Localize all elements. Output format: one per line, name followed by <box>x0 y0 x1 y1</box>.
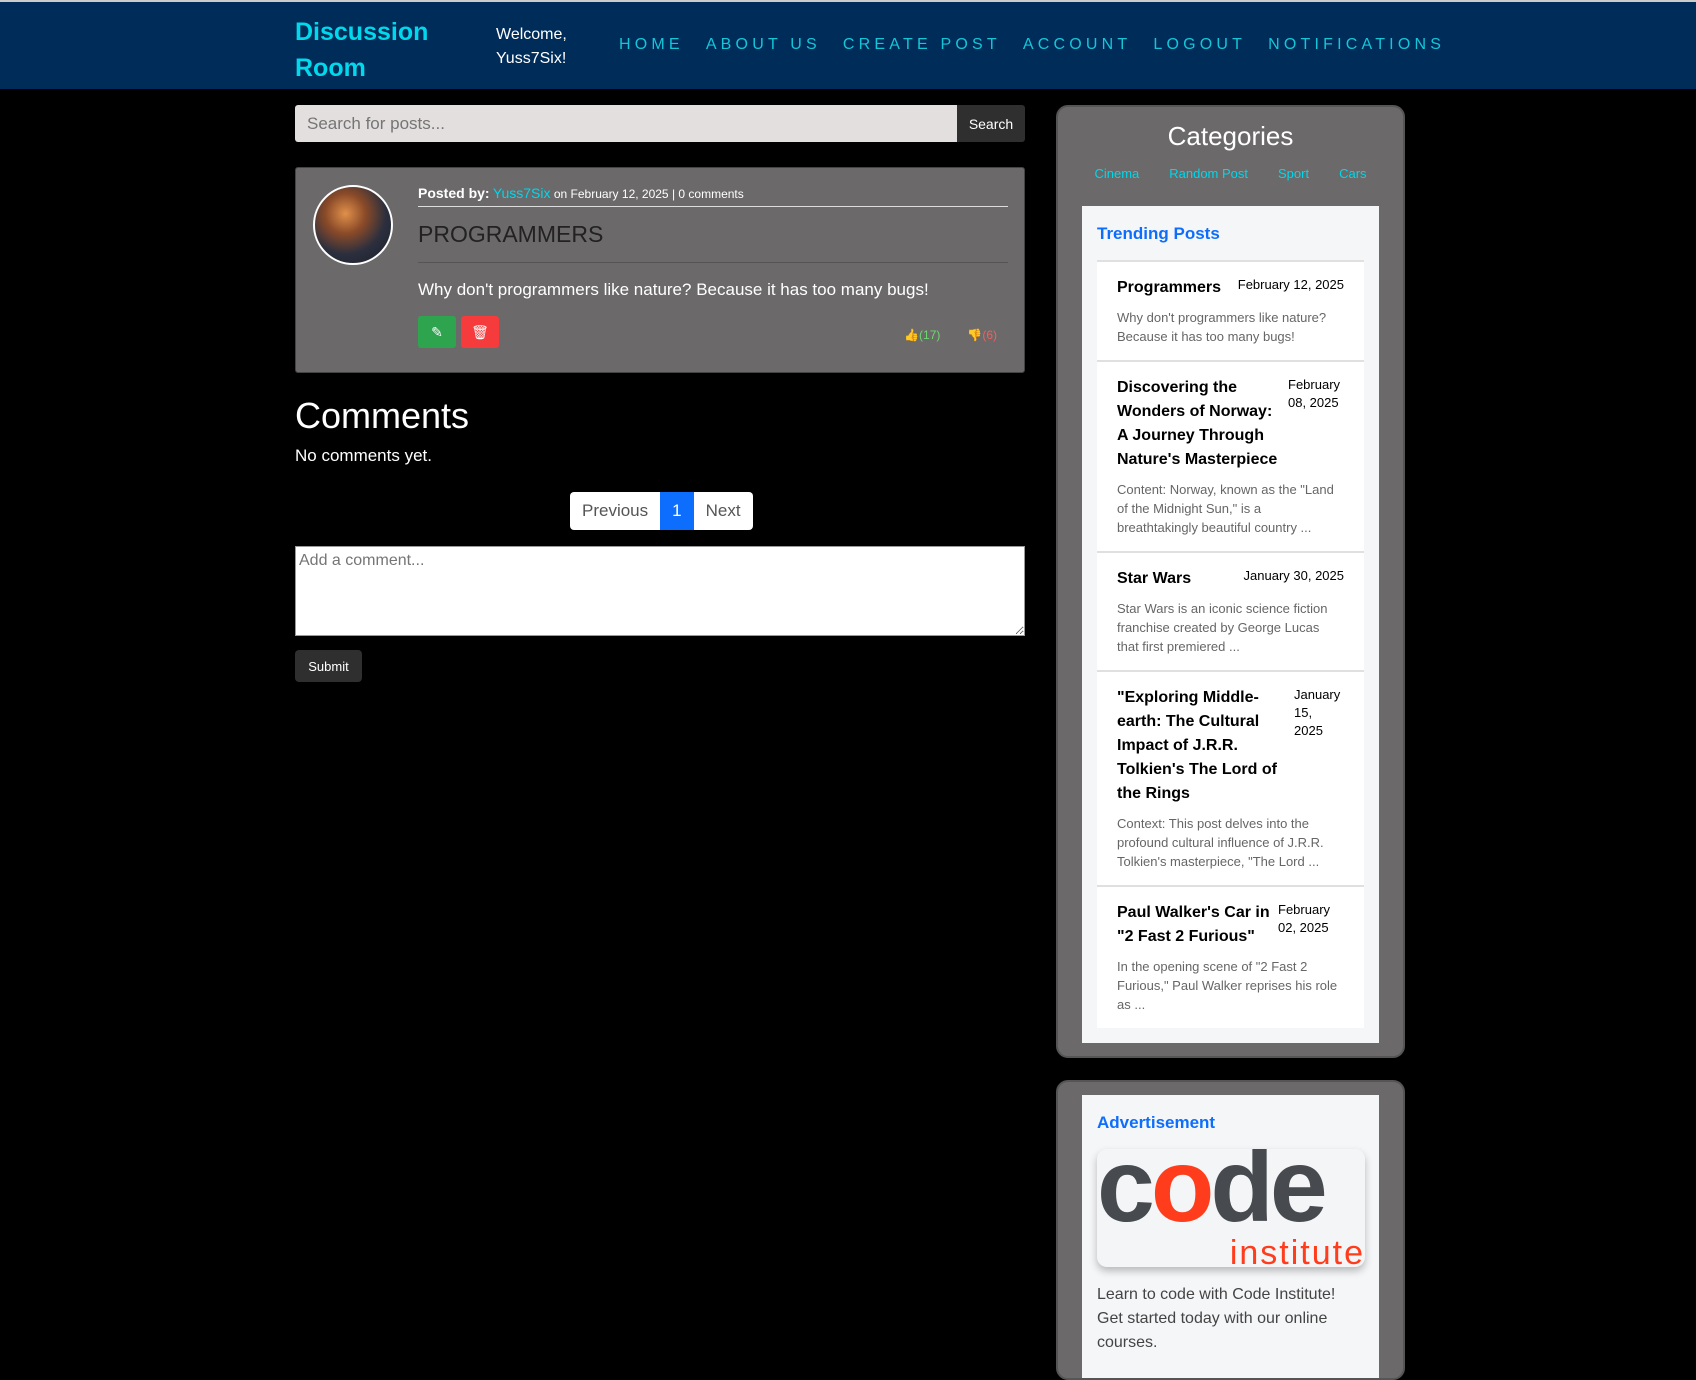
next-page-button[interactable]: Next <box>693 492 753 530</box>
category-random-post[interactable]: Random Post <box>1169 166 1248 181</box>
welcome-text: Welcome, Yuss7Six! <box>496 26 567 67</box>
no-comments-text: No comments yet. <box>295 446 432 465</box>
nav-home[interactable]: HOME <box>619 36 684 54</box>
dislike-count: (6) <box>982 328 997 342</box>
trending-item-date: February 12, 2025 <box>1237 277 1344 292</box>
trending-item-excerpt: Star Wars is an iconic science fiction f… <box>1117 601 1328 654</box>
nav-logout[interactable]: LOGOUT <box>1153 36 1246 54</box>
thumbs-up-icon: 👍 <box>904 328 920 342</box>
thumbs-down-icon: 👎 <box>967 328 983 342</box>
trending-item-title: "Exploring Middle-earth: The Cultural Im… <box>1117 689 1277 802</box>
trending-item-excerpt: Why don't programmers like nature? Becau… <box>1117 310 1327 344</box>
posted-by-label: Posted by: <box>418 185 490 201</box>
post-date: on February 12, 2025 | 0 comments <box>553 187 744 201</box>
code-institute-logo[interactable]: code institute <box>1097 1149 1365 1267</box>
like-count: (17) <box>919 328 941 342</box>
categories-title: Categories <box>1167 121 1294 151</box>
advertisement-text: Learn to code with Code Institute! Get s… <box>1097 1286 1336 1351</box>
post-title: PROGRAMMERS <box>418 207 1008 263</box>
pagination: Previous 1 Next <box>570 492 753 530</box>
trending-item[interactable]: Programmers February 12, 2025 Why don't pr… <box>1097 260 1364 360</box>
trending-item-title: Discovering the Wonders of Norway: A Jou… <box>1117 379 1278 468</box>
trending-item-excerpt: Context: This post delves into the profo… <box>1117 816 1324 869</box>
like-button[interactable]: 👍(17) <box>904 328 940 342</box>
trending-item-date: February 02, 2025 <box>1278 902 1331 935</box>
trending-item[interactable]: Star Wars January 30, 2025 Star Wars is an… <box>1097 551 1364 670</box>
post-card: Posted by: Yuss7Six on February 12, 2025… <box>295 167 1025 373</box>
main-nav: HOME ABOUT US CREATE POST ACCOUNT LOGOUT… <box>619 36 1445 54</box>
post-meta: Posted by: Yuss7Six on February 12, 2025… <box>418 185 1008 207</box>
avatar <box>313 185 393 265</box>
search-bar: Search <box>295 105 1025 142</box>
trending-title: Trending Posts <box>1097 224 1220 243</box>
trending-item[interactable]: "Exploring Middle-earth: The Cultural Im… <box>1097 670 1364 885</box>
author-link[interactable]: Yuss7Six <box>493 185 551 201</box>
trending-item-excerpt: In the opening scene of "2 Fast 2 Furiou… <box>1117 959 1338 1012</box>
trending-item-title: Programmers <box>1117 279 1222 296</box>
submit-comment-button[interactable]: Submit <box>295 650 362 682</box>
advertisement-panel: Advertisement code institute Learn to cod… <box>1056 1080 1405 1380</box>
trending-item-title: Star Wars <box>1117 570 1192 587</box>
delete-button[interactable]: 🗑 <box>461 316 499 348</box>
edit-button[interactable]: ✎ <box>418 316 456 348</box>
post-body: Why don't programmers like nature? Becau… <box>418 280 929 299</box>
trending-item-title: Paul Walker's Car in "2 Fast 2 Furious" <box>1117 904 1270 945</box>
trending-item[interactable]: Paul Walker's Car in "2 Fast 2 Furious" F… <box>1097 885 1364 1028</box>
search-input[interactable] <box>295 105 957 142</box>
nav-account[interactable]: ACCOUNT <box>1023 36 1132 54</box>
previous-page-button[interactable]: Previous <box>570 492 661 530</box>
page-1-button[interactable]: 1 <box>660 492 694 530</box>
trending-posts: Trending Posts Programmers February 12, 2… <box>1082 206 1379 1043</box>
header: Discussion Room Welcome, Yuss7Six! HOME … <box>0 0 1696 89</box>
trash-icon: 🗑 <box>471 323 489 340</box>
trending-item-excerpt: Content: Norway, known as the "Land of t… <box>1117 482 1334 535</box>
nav-about[interactable]: ABOUT US <box>706 36 821 54</box>
category-cars[interactable]: Cars <box>1339 166 1366 181</box>
comment-input[interactable] <box>295 546 1025 636</box>
dislike-button[interactable]: 👎(6) <box>967 328 997 342</box>
brand-logo[interactable]: Discussion Room <box>295 14 435 86</box>
pencil-icon: ✎ <box>431 323 443 340</box>
search-button[interactable]: Search <box>957 105 1025 142</box>
trending-item[interactable]: Discovering the Wonders of Norway: A Jou… <box>1097 360 1364 551</box>
category-sport[interactable]: Sport <box>1278 166 1309 181</box>
trending-item-date: February 08, 2025 <box>1288 377 1341 410</box>
categories-panel: Categories Cinema Random Post Sport Cars… <box>1056 105 1405 1058</box>
nav-notifications[interactable]: NOTIFICATIONS <box>1268 36 1445 54</box>
nav-create-post[interactable]: CREATE POST <box>843 36 1001 54</box>
category-cinema[interactable]: Cinema <box>1094 166 1139 181</box>
comments-heading: Comments <box>295 395 470 436</box>
trending-item-date: January 15, 2025 <box>1294 687 1341 738</box>
trending-item-date: January 30, 2025 <box>1243 568 1344 583</box>
advertisement-title: Advertisement <box>1097 1113 1216 1132</box>
